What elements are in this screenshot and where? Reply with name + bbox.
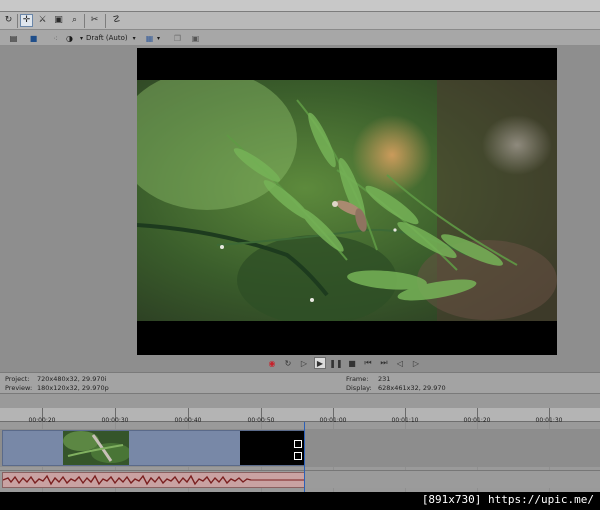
- audio-event[interactable]: [2, 472, 305, 488]
- selection-tool-icon[interactable]: ▣: [52, 14, 65, 27]
- pause-icon: ❚❚: [329, 358, 343, 368]
- fx-icon: ⁖: [53, 33, 58, 43]
- stop-button[interactable]: ■: [346, 357, 358, 369]
- project-value: 720x480x32, 29.970i: [37, 375, 107, 383]
- video-preview: [137, 48, 557, 355]
- preview-fx-button[interactable]: ⁖: [50, 32, 61, 44]
- event-pan-crop-icon[interactable]: [294, 440, 302, 448]
- go-to-start-button[interactable]: ⏮: [362, 357, 374, 369]
- previous-frame-icon: ◁: [396, 358, 404, 368]
- split-screen-icon: ◑: [66, 33, 73, 43]
- previous-frame-button[interactable]: ◁: [394, 357, 406, 369]
- preview-properties-button[interactable]: ▤: [8, 32, 19, 44]
- black-frame-segment: [240, 431, 304, 465]
- project-label: Project:: [5, 375, 30, 383]
- loop-playback-button[interactable]: ↻: [282, 357, 294, 369]
- chevron-down-icon: ▾: [132, 34, 136, 42]
- next-frame-button[interactable]: ▷: [410, 357, 422, 369]
- preview-info-bar: Project: 720x480x32, 29.970i Preview: 180x…: [0, 372, 600, 394]
- monitor-icon: ■: [29, 33, 38, 43]
- display-label: Display:: [346, 384, 372, 392]
- play-button[interactable]: ▶: [314, 357, 326, 369]
- time-ruler[interactable]: 00:00:20 00:00:30 00:00:40 00:00:50 00:0…: [0, 408, 600, 424]
- audio-waveform: [2, 474, 304, 486]
- envelope-tool-icon[interactable]: ⚔: [36, 14, 49, 27]
- video-track[interactable]: [0, 429, 600, 467]
- go-to-end-button[interactable]: ⏭: [378, 357, 390, 369]
- project-info: Project: 720x480x32, 29.970i: [5, 375, 106, 383]
- timeline-cursor[interactable]: [304, 422, 305, 492]
- display-info: Display: 628x461x32, 29.970: [346, 384, 446, 392]
- preview-frame-image: [137, 80, 557, 321]
- dropdown-arrow-icon: ▾: [80, 34, 84, 42]
- preview-toolbar: ▤ ■ ⁖ ◑ ▾ Draft (Auto) ▾ ▦ ▾ ❐ ▣: [0, 30, 600, 46]
- preview-frame-graphic: [137, 80, 557, 321]
- frame-info: Frame: 231: [346, 375, 390, 383]
- toolbar-separator: [105, 14, 106, 28]
- stop-icon: ■: [348, 358, 356, 368]
- quality-dropdown-label: Draft (Auto): [86, 34, 128, 42]
- toolbar-separator: [17, 14, 18, 28]
- play-from-start-icon: ▷: [300, 358, 308, 368]
- preview-value: 180x120x32, 29.970p: [37, 384, 109, 392]
- sync-icon[interactable]: ↻: [2, 14, 15, 27]
- go-to-end-icon: ⏭: [380, 358, 388, 367]
- audio-track[interactable]: [0, 470, 600, 488]
- play-from-start-button[interactable]: ▷: [298, 357, 310, 369]
- go-to-start-icon: ⏮: [364, 358, 372, 367]
- event-thumbnail: [63, 431, 129, 465]
- copy-snapshot-button[interactable]: ❐: [172, 32, 183, 44]
- external-monitor-button[interactable]: ■: [28, 32, 39, 44]
- watermark-text: [891x730] https://upic.me/: [421, 493, 594, 506]
- video-event[interactable]: [2, 430, 305, 466]
- timeline[interactable]: 00:00:20 00:00:30 00:00:40 00:00:50 00:0…: [0, 394, 600, 492]
- split-screen-button[interactable]: ◑: [64, 32, 75, 44]
- zoom-tool-icon[interactable]: ⌕: [68, 14, 81, 27]
- split-tool-icon[interactable]: ✂: [88, 14, 101, 27]
- event-thumbnail-graphic: [63, 431, 129, 465]
- record-button[interactable]: ◉: [266, 357, 278, 369]
- frame-label: Frame:: [346, 375, 369, 383]
- video-preview-pane: [0, 46, 600, 372]
- magnet-snap-icon[interactable]: ☡: [110, 14, 123, 27]
- preview-info: Preview: 180x120x32, 29.970p: [5, 384, 109, 392]
- save-icon: ▣: [191, 33, 200, 43]
- chevron-down-icon: ▾: [157, 34, 161, 42]
- preview-label: Preview:: [5, 384, 33, 392]
- pause-button[interactable]: ❚❚: [329, 357, 343, 369]
- next-frame-icon: ▷: [412, 358, 420, 368]
- properties-icon: ▤: [9, 33, 18, 43]
- event-fx-icon[interactable]: [294, 452, 302, 460]
- app-window: ↻ ✛ ⚔ ▣ ⌕ ✂ ☡ ▤ ■ ⁖ ◑ ▾ Draft (Auto) ▾ ▦…: [0, 0, 600, 510]
- frame-value: 231: [378, 375, 391, 383]
- toolbar-separator: [84, 14, 85, 28]
- grid-icon: ▦: [145, 33, 154, 43]
- save-snapshot-button[interactable]: ▣: [190, 32, 201, 44]
- record-icon: ◉: [268, 358, 276, 368]
- main-toolbar: ↻ ✛ ⚔ ▣ ⌕ ✂ ☡: [0, 12, 600, 30]
- copy-icon: ❐: [173, 33, 182, 43]
- normal-edit-tool-icon[interactable]: ✛: [20, 14, 33, 27]
- overlays-button[interactable]: ▦ ▾: [144, 32, 160, 44]
- transport-controls: ◉ ↻ ▷ ▶ ❚❚ ■ ⏮ ⏭ ◁ ▷: [266, 356, 422, 370]
- display-value: 628x461x32, 29.970: [378, 384, 446, 392]
- play-icon: ▶: [316, 358, 324, 368]
- window-top-strip: [0, 0, 600, 12]
- loop-icon: ↻: [284, 358, 292, 368]
- quality-dropdown[interactable]: ▾ Draft (Auto) ▾: [80, 32, 136, 44]
